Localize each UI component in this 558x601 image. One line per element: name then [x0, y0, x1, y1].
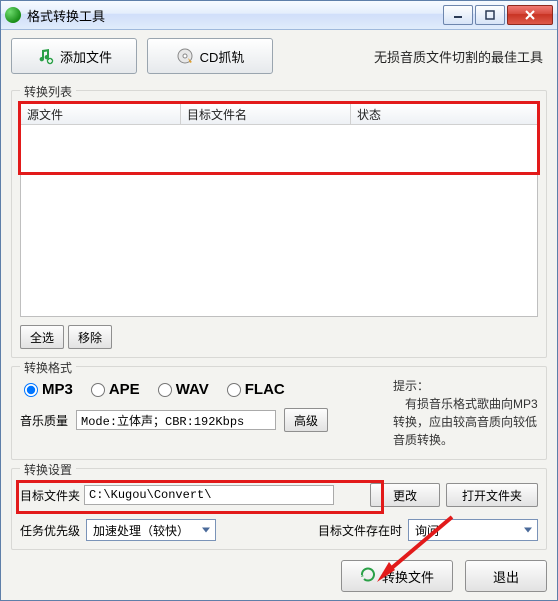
radio-wav[interactable]: WAV [158, 381, 209, 398]
priority-select[interactable]: 加速处理（较快） [86, 519, 216, 541]
advanced-button[interactable]: 高级 [284, 408, 328, 432]
exit-button[interactable]: 退出 [465, 560, 547, 592]
radio-wav-input[interactable] [158, 383, 172, 397]
toolbar: 添加文件 CD抓轨 无损音质文件切割的最佳工具 [11, 38, 547, 74]
open-folder-button[interactable]: 打开文件夹 [446, 483, 538, 507]
list-group: 转换列表 源文件 目标文件名 状态 全选 移除 [11, 90, 547, 358]
settings-group: 转换设置 目标文件夹 更改 打开文件夹 任务优先级 加速处理（较快） 目标文件存… [11, 468, 547, 550]
radio-mp3[interactable]: MP3 [24, 381, 73, 398]
radio-mp3-input[interactable] [24, 383, 38, 397]
action-bar: 转换文件 退出 [11, 560, 547, 594]
settings-legend: 转换设置 [20, 461, 76, 478]
convert-label: 转换文件 [382, 567, 434, 586]
exists-label: 目标文件存在时 [318, 522, 402, 539]
hint-body: 有损音乐格式歌曲向MP3转换，应由较高音质向较低音质转换。 [393, 395, 538, 449]
close-button[interactable] [507, 5, 553, 25]
radio-ape[interactable]: APE [91, 381, 140, 398]
radio-flac-input[interactable] [227, 383, 241, 397]
maximize-icon [485, 10, 495, 20]
priority-row: 任务优先级 加速处理（较快） 目标文件存在时 询问 [20, 519, 538, 541]
exists-select[interactable]: 询问 [408, 519, 538, 541]
exit-label: 退出 [493, 567, 519, 586]
priority-label: 任务优先级 [20, 522, 80, 539]
col-target[interactable]: 目标文件名 [181, 104, 351, 124]
app-icon [5, 7, 21, 23]
list-body[interactable] [21, 125, 537, 316]
list-header: 源文件 目标文件名 状态 [21, 104, 537, 125]
radio-flac[interactable]: FLAC [227, 381, 285, 398]
minimize-icon [453, 10, 463, 20]
format-options: MP3 APE WAV FLAC [20, 381, 393, 398]
minimize-button[interactable] [443, 5, 473, 25]
dest-label: 目标文件夹 [20, 487, 80, 504]
quality-input [76, 410, 276, 430]
cd-grab-label: CD抓轨 [200, 47, 245, 66]
format-legend: 转换格式 [20, 359, 76, 376]
col-status[interactable]: 状态 [351, 104, 537, 124]
music-plus-icon [36, 47, 54, 65]
window-title: 格式转换工具 [27, 6, 443, 25]
dest-row: 目标文件夹 更改 打开文件夹 [20, 483, 538, 507]
hint-title: 提示： [393, 377, 538, 395]
list-legend: 转换列表 [20, 83, 76, 100]
file-list[interactable]: 源文件 目标文件名 状态 [20, 103, 538, 317]
cd-grab-button[interactable]: CD抓轨 [147, 38, 273, 74]
dest-path-input[interactable] [84, 485, 334, 505]
select-all-button[interactable]: 全选 [20, 325, 64, 349]
col-source[interactable]: 源文件 [21, 104, 181, 124]
body: 添加文件 CD抓轨 无损音质文件切割的最佳工具 转换列表 源文件 [1, 30, 557, 600]
radio-ape-input[interactable] [91, 383, 105, 397]
convert-button[interactable]: 转换文件 [341, 560, 453, 592]
add-file-label: 添加文件 [60, 47, 112, 66]
app-window: 格式转换工具 [0, 0, 558, 601]
close-icon [524, 10, 536, 20]
add-file-button[interactable]: 添加文件 [11, 38, 137, 74]
tagline: 无损音质文件切割的最佳工具 [374, 47, 547, 66]
remove-button[interactable]: 移除 [68, 325, 112, 349]
convert-icon [360, 567, 376, 586]
hint: 提示： 有损音乐格式歌曲向MP3转换，应由较高音质向较低音质转换。 [393, 377, 538, 449]
maximize-button[interactable] [475, 5, 505, 25]
format-group: 转换格式 MP3 APE WAV [11, 366, 547, 460]
cd-icon [176, 47, 194, 65]
quality-label: 音乐质量 [20, 412, 68, 429]
titlebar: 格式转换工具 [1, 1, 557, 30]
change-button[interactable]: 更改 [370, 483, 440, 507]
